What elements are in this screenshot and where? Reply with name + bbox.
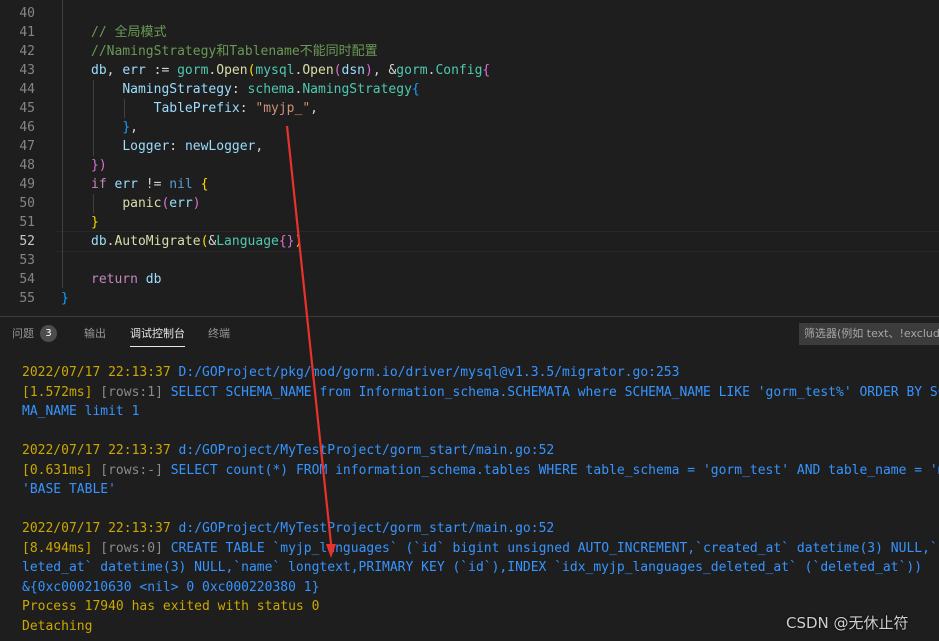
arrow-head-icon — [326, 544, 336, 558]
annotation-arrow — [285, 125, 336, 558]
watermark: CSDN @无休止符 — [786, 614, 909, 632]
arrow-line — [285, 125, 333, 545]
